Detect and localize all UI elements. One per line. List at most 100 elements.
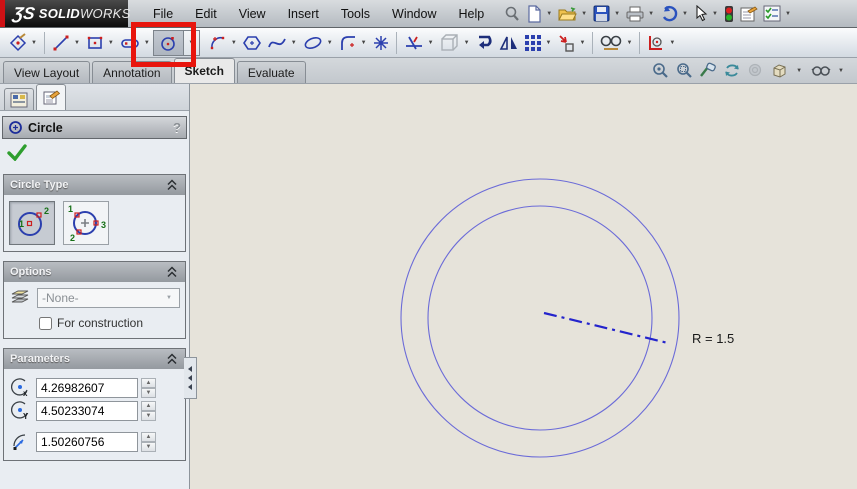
print-icon[interactable] [624,2,646,26]
slot-icon[interactable] [117,31,143,55]
collapse-chevron-icon[interactable] [165,266,179,278]
sketch-icon[interactable] [6,31,30,55]
menu-edit[interactable]: Edit [184,0,228,27]
collapse-chevron-icon[interactable] [165,179,179,191]
inner-circle-entity[interactable] [427,205,653,431]
ellipse-dropdown-icon[interactable]: ▼ [327,40,333,46]
circle-type-section: Circle Type 1 2 1 2 3 [3,174,186,252]
open-icon[interactable] [556,2,579,26]
view-orientation-icon[interactable] [771,62,789,79]
open-dropdown-icon[interactable]: ▼ [581,11,587,17]
layer-dropdown[interactable]: -None- ▼ [37,288,180,308]
move-entities-icon[interactable] [554,31,578,55]
pattern-dropdown-icon[interactable]: ▼ [546,40,552,46]
for-construction-checkbox[interactable] [39,316,52,330]
tab-view-layout[interactable]: View Layout [3,61,91,83]
radius-input[interactable] [36,432,138,452]
options-dropdown-icon[interactable]: ▼ [785,11,791,17]
mirror-entities-icon[interactable] [497,31,521,55]
new-document-icon[interactable] [524,2,544,26]
convert-entities-icon[interactable] [437,31,463,55]
rectangle-dropdown-icon[interactable]: ▼ [108,40,114,46]
relations-dropdown-icon[interactable]: ▼ [626,40,632,46]
spline-dropdown-icon[interactable]: ▼ [291,40,297,46]
zoom-fit-icon[interactable] [651,62,669,79]
tab-evaluate[interactable]: Evaluate [236,61,306,83]
logo-brand-rest: WORKS [79,6,131,21]
pan-icon[interactable] [747,62,765,79]
stoplight-icon[interactable] [722,2,736,26]
line-icon[interactable] [49,31,73,55]
circle-dropdown-icon[interactable]: ▼ [182,29,200,56]
search-icon[interactable] [501,2,523,26]
sketch-dropdown-icon[interactable]: ▼ [31,40,37,46]
point-icon[interactable] [370,31,392,55]
parameters-header[interactable]: Parameters [4,349,185,369]
spline-icon[interactable] [264,31,290,55]
move-dropdown-icon[interactable]: ▼ [579,40,585,46]
slot-dropdown-icon[interactable]: ▼ [144,40,150,46]
menu-window[interactable]: Window [381,0,447,27]
center-x-input[interactable] [36,378,138,398]
tab-sketch[interactable]: Sketch [173,58,235,83]
convert-dropdown-icon[interactable]: ▼ [464,40,470,46]
quick-snaps-icon[interactable] [644,31,668,55]
tab-annotation[interactable]: Annotation [92,61,172,83]
circle-icon[interactable] [152,29,183,56]
undo-dropdown-icon[interactable]: ▼ [682,11,688,17]
logo-brand-bold: SOLID [38,6,80,21]
radius-centerline[interactable] [543,311,669,345]
circle-type-header[interactable]: Circle Type [4,175,185,195]
graphics-area[interactable]: R = 1.5 [190,84,857,489]
radius-spinner[interactable]: ▲ ▼ [141,432,156,452]
print-dropdown-icon[interactable]: ▼ [648,11,654,17]
menu-view[interactable]: View [228,0,277,27]
help-icon[interactable]: ? [173,120,181,135]
save-icon[interactable] [591,2,612,26]
offset-entities-icon[interactable] [473,31,497,55]
perimeter-circle-button[interactable]: 1 2 3 [63,201,109,245]
undo-icon[interactable] [658,2,680,26]
center-y-spinner[interactable]: ▲ ▼ [141,401,156,421]
property-manager-tab[interactable] [36,84,66,110]
zoom-selection-icon[interactable] [699,62,717,79]
feature-manager-tab[interactable] [4,88,34,110]
new-dropdown-icon[interactable]: ▼ [546,11,552,17]
properties-icon[interactable] [737,2,760,26]
view-orientation-dropdown-icon[interactable]: ▼ [796,68,802,74]
menu-tools[interactable]: Tools [330,0,381,27]
options-header[interactable]: Options [4,262,185,282]
line-dropdown-icon[interactable]: ▼ [74,40,80,46]
trim-icon[interactable] [401,31,427,55]
ellipse-icon[interactable] [300,31,326,55]
polygon-icon[interactable] [240,31,264,55]
fillet-dropdown-icon[interactable]: ▼ [361,40,367,46]
options-icon[interactable] [761,2,783,26]
fillet-icon[interactable] [336,31,360,55]
center-x-spinner[interactable]: ▲ ▼ [141,378,156,398]
panel-splitter-handle[interactable] [184,357,197,399]
select-cursor-icon[interactable] [692,2,710,26]
menu-help[interactable]: Help [448,0,496,27]
ok-checkmark-icon[interactable] [6,143,28,161]
rectangle-icon[interactable] [83,31,107,55]
trim-dropdown-icon[interactable]: ▼ [428,40,434,46]
menu-insert[interactable]: Insert [277,0,330,27]
zoom-area-icon[interactable] [675,62,693,79]
radius-dimension-label[interactable]: R = 1.5 [692,331,734,346]
rotate-view-icon[interactable] [723,62,741,79]
menu-file[interactable]: File [142,0,184,27]
arc-icon[interactable] [206,31,230,55]
snaps-dropdown-icon[interactable]: ▼ [669,40,675,46]
center-circle-button[interactable]: 1 2 [9,201,55,245]
select-dropdown-icon[interactable]: ▼ [712,11,718,17]
save-dropdown-icon[interactable]: ▼ [614,11,620,17]
display-delete-relations-icon[interactable] [597,31,625,55]
collapse-chevron-icon[interactable] [165,353,179,365]
center-y-input[interactable] [36,401,138,421]
arc-dropdown-icon[interactable]: ▼ [231,40,237,46]
linear-sketch-pattern-icon[interactable] [521,31,545,55]
outer-circle-entity[interactable] [400,178,680,458]
display-style-dropdown-icon[interactable]: ▼ [838,68,844,74]
display-style-icon[interactable] [811,63,831,78]
